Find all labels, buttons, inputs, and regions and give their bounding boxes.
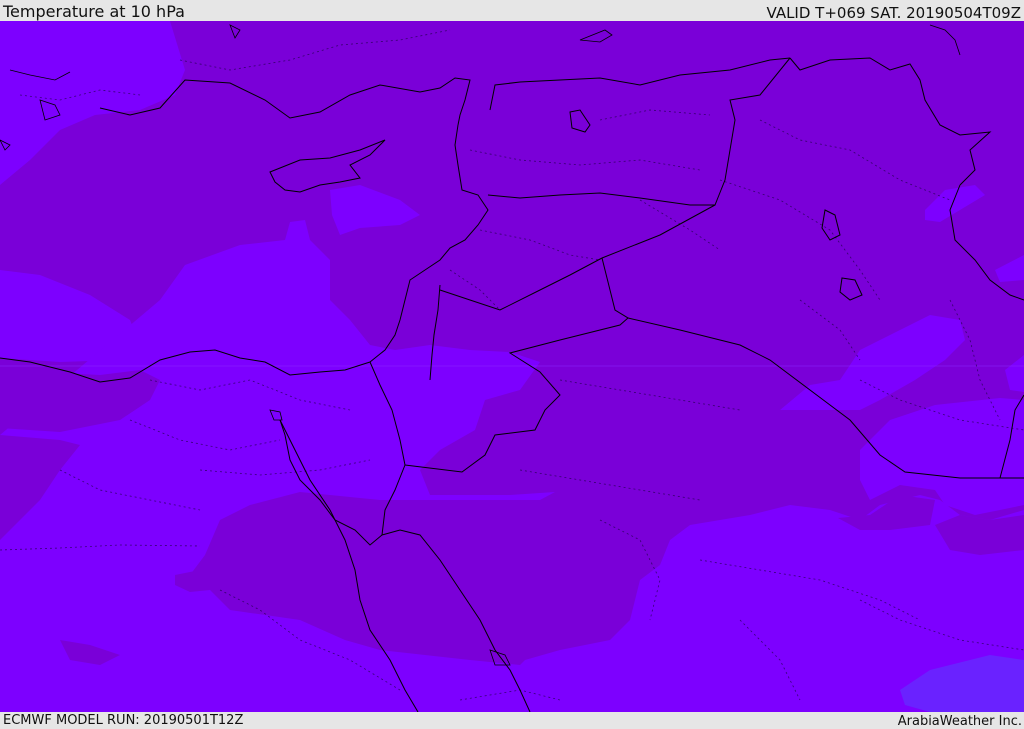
temperature-map [0, 21, 1024, 712]
map-title: Temperature at 10 hPa [3, 2, 185, 21]
header-bar: Temperature at 10 hPa VALID T+069 SAT. 2… [0, 0, 1024, 21]
valid-time-label: VALID T+069 SAT. 20190504T09Z [766, 4, 1021, 22]
model-run-label: ECMWF MODEL RUN: 20190501T12Z [3, 713, 244, 728]
footer-bar: ECMWF MODEL RUN: 20190501T12Z ArabiaWeat… [0, 712, 1024, 729]
map-area[interactable] [0, 21, 1024, 712]
credit-label: ArabiaWeather Inc. [897, 714, 1022, 729]
